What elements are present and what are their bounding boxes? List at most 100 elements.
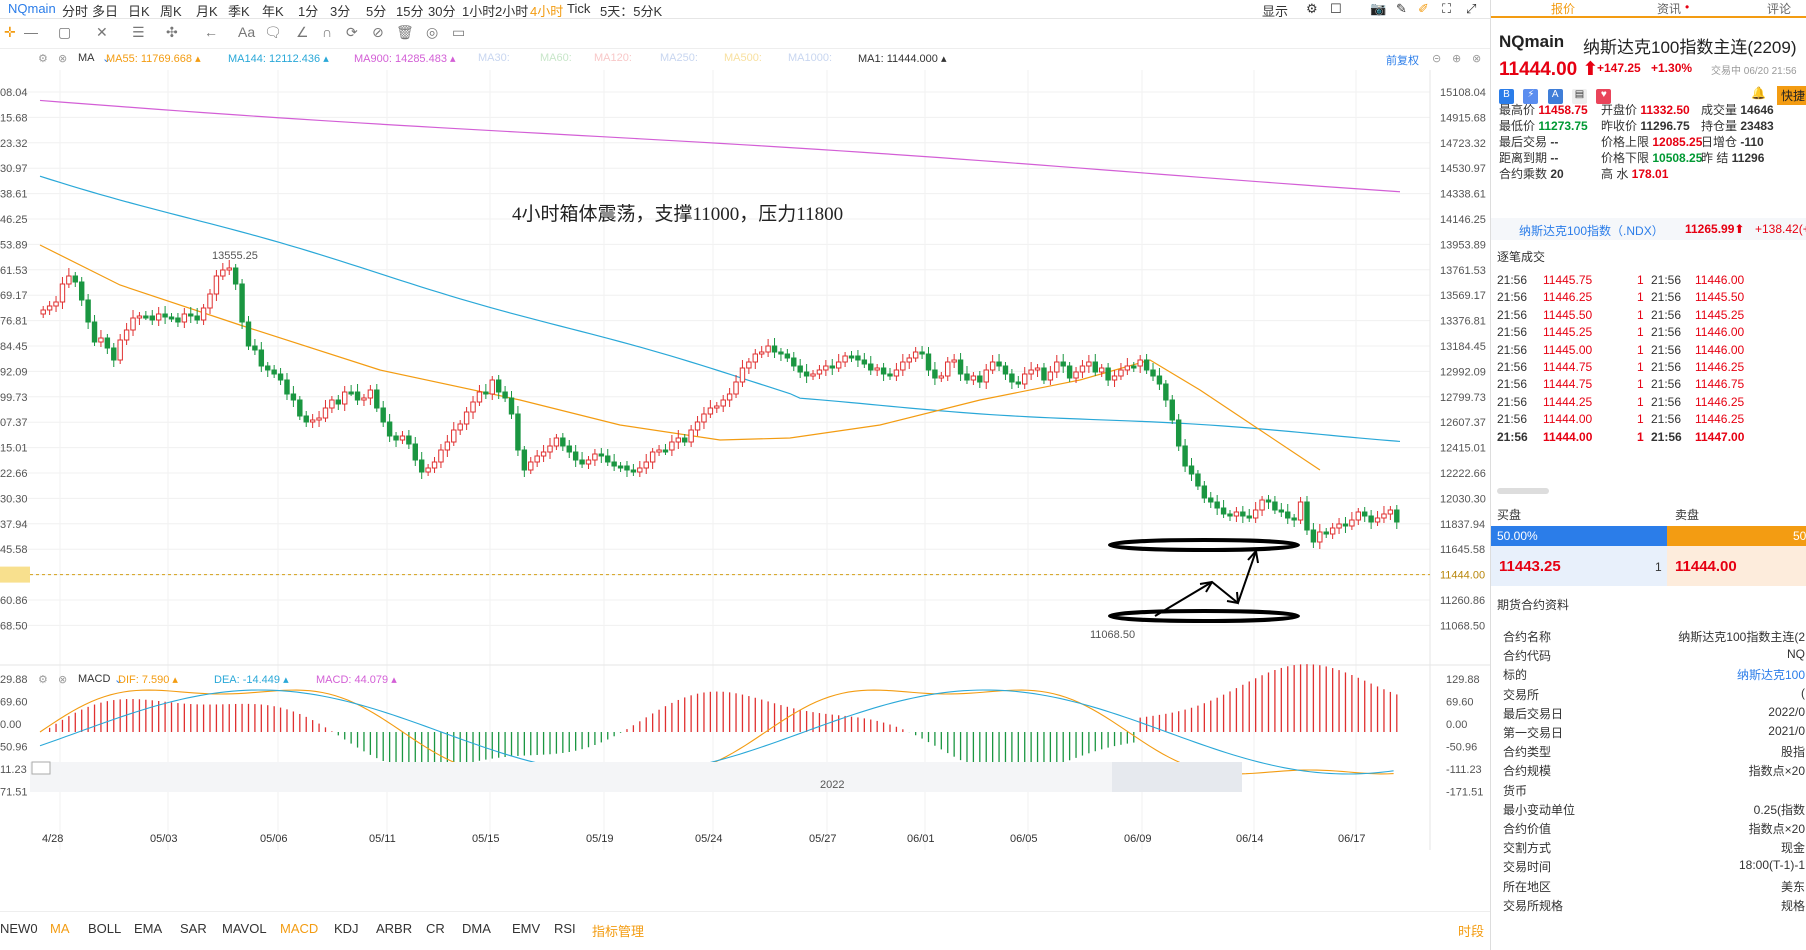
tick-price: 11445.00: [1543, 342, 1593, 357]
indicator-4[interactable]: SAR: [180, 921, 207, 936]
ma-legend-1: MA144: 12112.436 ▴: [228, 53, 329, 65]
zoom-in-icon[interactable]: ⊕: [1452, 52, 1461, 65]
candle-body: [1214, 501, 1220, 509]
rect-tool-icon[interactable]: ▢: [58, 24, 71, 41]
high-marker: 13555.25: [212, 250, 258, 262]
index-name[interactable]: 纳斯达克100指数（.NDX）: [1519, 222, 1664, 239]
stat-item: 价格上限 12085.25: [1601, 133, 1702, 150]
quick-button[interactable]: 快捷: [1777, 86, 1806, 105]
spec-value: 纳斯达克100: [1736, 668, 1805, 683]
candle-body: [1355, 511, 1362, 521]
bell-icon[interactable]: 🔔: [1751, 86, 1766, 100]
settings-icon[interactable]: ⚙: [1306, 1, 1318, 17]
candle-body: [1060, 361, 1066, 367]
price-axis-label-left: 61.53: [0, 265, 28, 277]
candle-body: [451, 429, 457, 443]
note-tool-icon[interactable]: 🗨: [264, 24, 282, 41]
navigator-selection[interactable]: [1112, 762, 1242, 792]
indicator-10[interactable]: DMA: [462, 921, 491, 936]
channel-tool-icon[interactable]: ☰: [132, 24, 145, 41]
tick-volume: 1: [1637, 377, 1644, 392]
macd-legend-1: DEA: -14.449 ▴: [214, 674, 289, 686]
session-button[interactable]: 时段: [1458, 921, 1484, 940]
candle-body: [1086, 361, 1092, 367]
bid-volume: 1: [1655, 560, 1662, 574]
price-axis-label: 12607.37: [1440, 417, 1486, 429]
navigator-area[interactable]: [30, 762, 1242, 792]
indicator-6[interactable]: MACD: [280, 921, 318, 936]
panel-close-icon[interactable]: ⊗: [1472, 52, 1481, 65]
candle-body: [701, 413, 707, 423]
arrow-tool-icon[interactable]: ←: [204, 24, 218, 40]
magnet-icon[interactable]: ∩: [322, 24, 332, 40]
fullscreen-icon[interactable]: ⛶: [1442, 1, 1451, 17]
visibility-icon[interactable]: ◎: [426, 24, 438, 41]
candle-body: [303, 415, 309, 423]
indicator-7[interactable]: KDJ: [334, 921, 359, 936]
camera-icon[interactable]: 📷: [1370, 1, 1386, 17]
delete-icon[interactable]: 🗑: [396, 24, 414, 41]
current-price-tag: [0, 566, 30, 583]
macd-close-icon[interactable]: ⊗: [58, 673, 67, 686]
text-tool-icon[interactable]: Aa: [238, 24, 255, 40]
edit-icon[interactable]: ✎: [1396, 1, 1407, 17]
candle-body: [547, 445, 553, 453]
layout-icon[interactable]: ☐: [1330, 1, 1342, 17]
period-15[interactable]: Tick: [567, 1, 590, 16]
tab-quote[interactable]: 报价: [1551, 0, 1575, 17]
spec-value: NQ: [1787, 647, 1805, 662]
tab-news[interactable]: 资讯: [1657, 0, 1681, 17]
macd-settings-icon[interactable]: ⚙: [38, 673, 48, 686]
symbol-label[interactable]: NQmain: [8, 1, 56, 16]
ma-type-label[interactable]: MA: [78, 52, 95, 64]
tick-price: 11445.75: [1543, 273, 1593, 287]
indicator-5[interactable]: MAVOL: [222, 921, 267, 936]
indicator-12[interactable]: RSI: [554, 921, 576, 936]
ticks-scrollbar[interactable]: [1497, 488, 1549, 494]
indicator-8[interactable]: ARBR: [376, 921, 412, 936]
pattern-tool-icon[interactable]: ✣: [166, 24, 178, 41]
indicator-11[interactable]: EMV: [512, 921, 540, 936]
brush-tool-icon[interactable]: ∠: [296, 24, 309, 41]
spec-value: 规格: [1780, 898, 1805, 913]
price-axis-label: 12222.66: [1440, 468, 1486, 480]
hide-icon[interactable]: ⊘: [372, 24, 384, 41]
fib-tool-icon[interactable]: ✕: [96, 24, 108, 41]
price-axis-label: 11260.86: [1440, 595, 1485, 607]
macd-axis-label: 69.60: [1446, 697, 1474, 709]
ask-price[interactable]: 11444.00: [1675, 558, 1737, 575]
candle-body: [1009, 373, 1015, 383]
kline-chart[interactable]: 15108.04 14915.68 14723.32 14530.97 14338.61…: [0, 70, 1490, 930]
tick-volume: 1: [1637, 429, 1644, 444]
indicator-0[interactable]: NEW0: [0, 921, 38, 936]
line-tool-icon[interactable]: —: [24, 24, 38, 40]
navigator-handle[interactable]: [31, 761, 51, 775]
pen-icon[interactable]: ✐: [1418, 1, 1429, 17]
macd-type-label[interactable]: MACD: [78, 673, 110, 685]
sync-icon[interactable]: ⟳: [346, 24, 358, 41]
ma-settings-icon[interactable]: ⚙: [38, 52, 48, 65]
indicator-9[interactable]: CR: [426, 921, 445, 936]
lock-icon[interactable]: ▭: [452, 24, 465, 41]
indicator-1[interactable]: MA: [50, 921, 70, 936]
candle-body: [1349, 519, 1355, 527]
ma-close-icon[interactable]: ⊗: [58, 52, 67, 65]
bid-price[interactable]: 11443.25: [1499, 558, 1561, 575]
expand-icon[interactable]: ⤢: [1466, 1, 1476, 17]
indicator-3[interactable]: EMA: [134, 921, 162, 936]
price-axis-label-left: 84.45: [0, 341, 28, 353]
candle-body: [842, 355, 848, 363]
tab-comments[interactable]: 评论: [1767, 0, 1791, 17]
adjust-mode-button[interactable]: 前复权: [1386, 52, 1419, 68]
indicator-13[interactable]: 指标管理: [592, 921, 644, 940]
candle-body: [181, 313, 188, 323]
candle-body: [1073, 371, 1079, 379]
price-axis-label-left: 68.50: [0, 620, 28, 632]
crosshair-icon[interactable]: ✛: [4, 24, 16, 41]
candle-body: [399, 435, 406, 441]
stat-key: 昨收价: [1601, 119, 1641, 133]
indicator-2[interactable]: BOLL: [88, 921, 121, 936]
spec-key: 货币: [1503, 783, 1528, 798]
candle-body: [66, 275, 72, 285]
zoom-out-icon[interactable]: ⊝: [1432, 52, 1441, 65]
